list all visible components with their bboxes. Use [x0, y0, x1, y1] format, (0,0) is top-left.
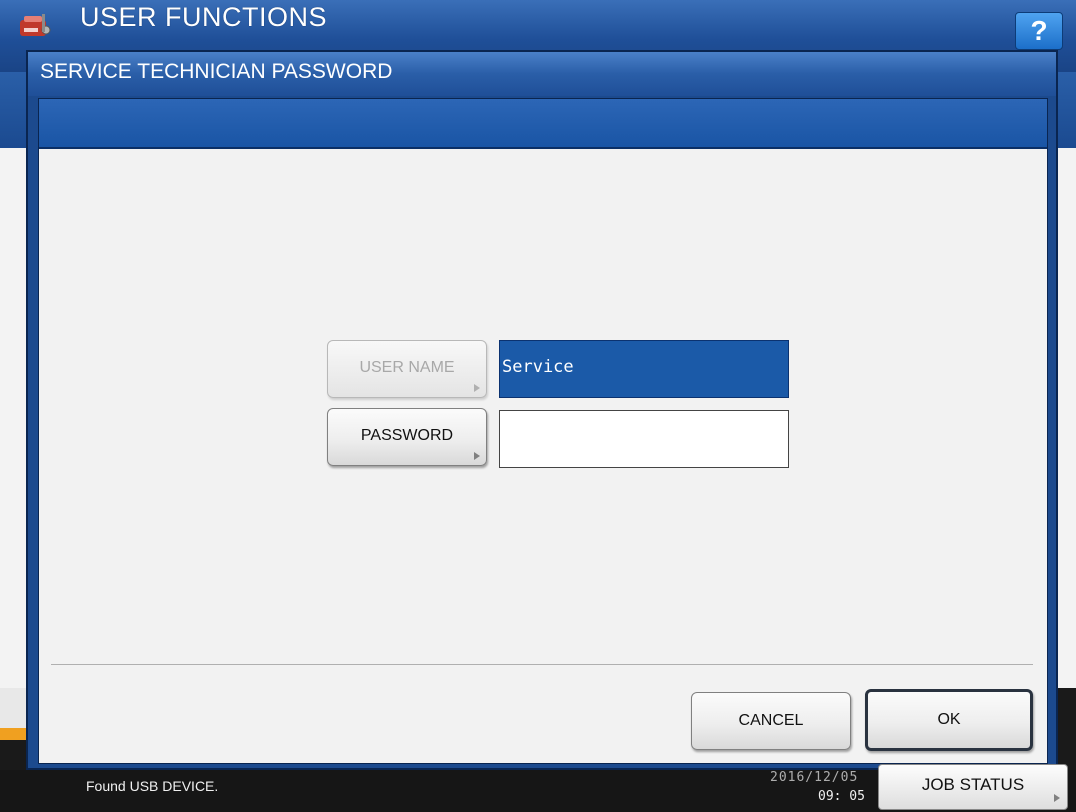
status-bar: Found USB DEVICE. 2016/12/05 09: 05 JOB …: [0, 764, 1076, 812]
arrow-right-icon: [474, 452, 480, 460]
background-tab-accent: [0, 728, 26, 740]
dialog-title-bar: SERVICE TECHNICIAN PASSWORD: [28, 52, 1056, 96]
cancel-button-label: CANCEL: [738, 712, 804, 729]
dialog-title: SERVICE TECHNICIAN PASSWORD: [40, 60, 393, 83]
app-title: USER FUNCTIONS: [80, 2, 328, 32]
job-status-label: JOB STATUS: [921, 775, 1025, 794]
divider: [51, 664, 1033, 665]
status-message: Found USB DEVICE.: [86, 778, 219, 794]
dialog-body: USER NAME Service PASSWORD CANCEL OK: [38, 98, 1048, 764]
user-name-button[interactable]: USER NAME: [327, 340, 487, 398]
arrow-right-icon: [1054, 794, 1060, 802]
ok-button-label: OK: [937, 711, 961, 728]
password-dialog: SERVICE TECHNICIAN PASSWORD USER NAME Se…: [26, 50, 1058, 770]
ok-button[interactable]: OK: [865, 689, 1033, 751]
cancel-button[interactable]: CANCEL: [691, 692, 851, 750]
user-name-field[interactable]: Service: [499, 340, 789, 398]
user-name-button-label: USER NAME: [359, 359, 455, 376]
background-tab: [0, 688, 26, 728]
status-time: 09: 05: [818, 789, 865, 804]
password-button[interactable]: PASSWORD: [327, 408, 487, 466]
printer-tools-icon: [20, 14, 51, 36]
status-date: 2016/12/05: [770, 770, 859, 785]
job-status-button[interactable]: JOB STATUS: [878, 764, 1068, 810]
help-button[interactable]: ?: [1015, 12, 1063, 50]
dialog-band: [39, 99, 1047, 149]
password-button-label: PASSWORD: [360, 427, 454, 444]
arrow-right-icon: [474, 384, 480, 392]
password-field[interactable]: [499, 410, 789, 468]
